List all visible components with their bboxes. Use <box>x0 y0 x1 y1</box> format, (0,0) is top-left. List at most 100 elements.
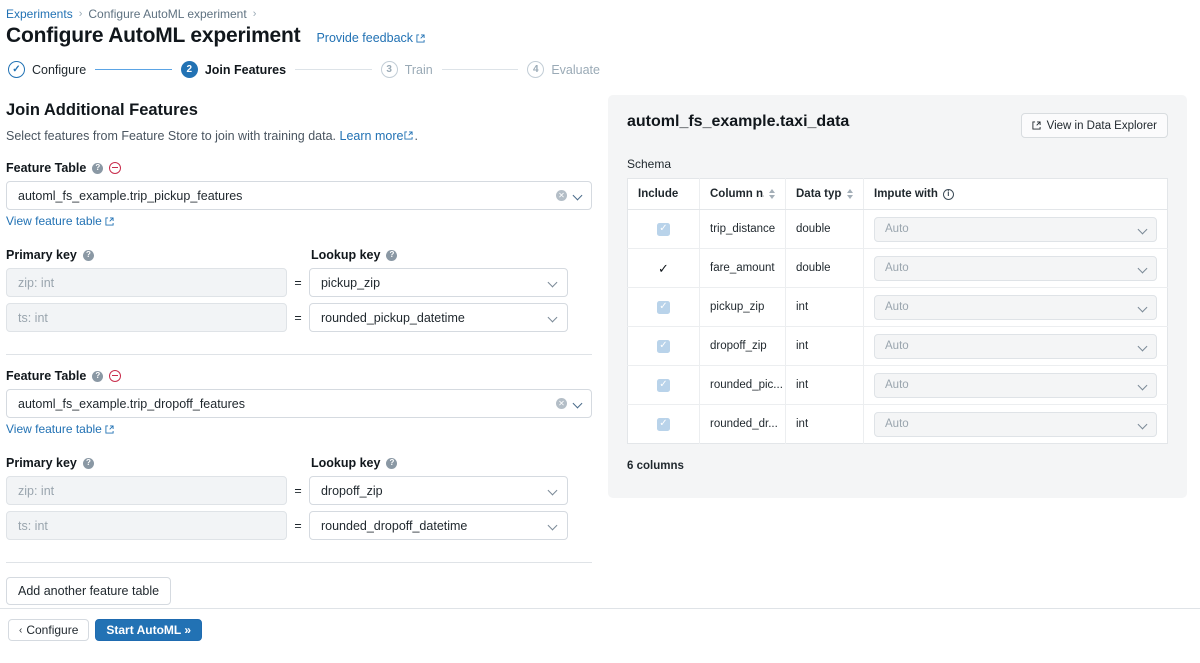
breadcrumb: Experiments › Configure AutoML experimen… <box>6 6 256 22</box>
clear-icon[interactable]: ✕ <box>556 190 567 201</box>
lookup-key-line-2a: = dropoff_zip <box>287 476 568 505</box>
wizard-stepper: ✓ Configure 2 Join Features 3 Train 4 Ev… <box>8 61 600 78</box>
feature-table-label-text-2: Feature Table <box>6 369 86 383</box>
column-header-data-type[interactable]: Data type <box>786 179 864 210</box>
breadcrumb-item-configure-automl[interactable]: Configure AutoML experiment <box>88 6 246 22</box>
step-connector-2 <box>295 69 372 71</box>
impute-with-value: Auto <box>885 379 1139 391</box>
remove-circle-icon[interactable] <box>109 370 121 382</box>
primary-key-input-1b[interactable]: ts: int <box>6 303 287 332</box>
cell-impute-with: Auto <box>864 288 1168 327</box>
column-header-impute-with: Impute with i <box>864 179 1168 210</box>
feature-table-select-1[interactable]: automl_fs_example.trip_pickup_features ✕ <box>6 181 592 210</box>
include-checkbox[interactable]: ✓ <box>657 301 670 314</box>
breadcrumb-item-experiments[interactable]: Experiments <box>6 6 73 22</box>
cell-impute-with: Auto <box>864 249 1168 288</box>
include-checkbox[interactable]: ✓ <box>657 223 670 236</box>
learn-more-link[interactable]: Learn more <box>340 129 404 143</box>
help-icon[interactable]: ? <box>92 163 103 174</box>
column-header-column-name[interactable]: Column n... <box>700 179 786 210</box>
sort-icon[interactable] <box>847 189 853 199</box>
cell-include: ✓ <box>628 327 700 366</box>
chevron-down-icon[interactable] <box>549 521 558 530</box>
chevron-down-icon[interactable] <box>574 191 583 200</box>
start-automl-button[interactable]: Start AutoML » <box>95 619 202 641</box>
view-in-data-explorer-button[interactable]: View in Data Explorer <box>1021 113 1168 138</box>
equals-sign: = <box>287 276 309 290</box>
chevron-down-icon[interactable] <box>1139 420 1148 429</box>
help-icon[interactable]: ? <box>83 250 94 261</box>
chevron-left-icon: ‹ <box>19 625 22 636</box>
chevron-down-icon[interactable] <box>1139 303 1148 312</box>
column-count-label: 6 columns <box>627 460 1168 472</box>
impute-with-select[interactable]: Auto <box>874 295 1157 320</box>
impute-with-select[interactable]: Auto <box>874 334 1157 359</box>
chevron-down-icon[interactable] <box>1139 264 1148 273</box>
view-feature-table-link-2[interactable]: View feature table <box>6 422 114 436</box>
back-to-configure-button[interactable]: ‹ Configure <box>8 619 89 641</box>
lookup-key-line-2b: = rounded_dropoff_datetime <box>287 511 568 540</box>
view-feature-table-link-1[interactable]: View feature table <box>6 214 114 228</box>
step-train[interactable]: 3 Train <box>381 61 433 78</box>
lookup-key-select-1b[interactable]: rounded_pickup_datetime <box>309 303 568 332</box>
impute-with-select[interactable]: Auto <box>874 217 1157 242</box>
remove-circle-icon[interactable] <box>109 162 121 174</box>
table-row: ✓ pickup_zip int Auto <box>628 288 1168 327</box>
chevron-down-icon[interactable] <box>1139 342 1148 351</box>
primary-key-input-1a[interactable]: zip: int <box>6 268 287 297</box>
step-join-features[interactable]: 2 Join Features <box>181 61 286 78</box>
step-evaluate[interactable]: 4 Evaluate <box>527 61 600 78</box>
impute-with-select[interactable]: Auto <box>874 373 1157 398</box>
table-row: ✓ trip_distance double Auto <box>628 210 1168 249</box>
sort-icon[interactable] <box>769 189 775 199</box>
include-checkbox[interactable]: ✓ <box>657 340 670 353</box>
primary-key-input-2a[interactable]: zip: int <box>6 476 287 505</box>
step-train-label: Train <box>405 63 433 77</box>
info-icon[interactable]: i <box>943 189 954 200</box>
clear-icon[interactable]: ✕ <box>556 398 567 409</box>
include-checkbox[interactable]: ✓ <box>657 418 670 431</box>
step-configure[interactable]: ✓ Configure <box>8 61 86 78</box>
cell-include: ✓ <box>628 249 700 288</box>
add-another-feature-table-button[interactable]: Add another feature table <box>6 577 171 605</box>
help-icon[interactable]: ? <box>386 458 397 469</box>
lookup-key-select-2a[interactable]: dropoff_zip <box>309 476 568 505</box>
impute-with-value: Auto <box>885 418 1139 430</box>
feature-table-select-2[interactable]: automl_fs_example.trip_dropoff_features … <box>6 389 592 418</box>
lookup-key-line-1a: = pickup_zip <box>287 268 568 297</box>
step-evaluate-label: Evaluate <box>551 63 600 77</box>
back-to-configure-label: Configure <box>26 623 78 637</box>
impute-with-select[interactable]: Auto <box>874 412 1157 437</box>
view-in-data-explorer-label: View in Data Explorer <box>1047 120 1157 132</box>
cell-impute-with: Auto <box>864 405 1168 444</box>
chevron-down-icon[interactable] <box>549 278 558 287</box>
chevron-down-icon[interactable] <box>574 399 583 408</box>
primary-key-label-text-2: Primary key <box>6 456 77 470</box>
primary-key-line-2a: zip: int <box>6 476 287 505</box>
footer-divider <box>0 608 1200 609</box>
primary-key-input-2b[interactable]: ts: int <box>6 511 287 540</box>
cell-data-type: int <box>786 327 864 366</box>
cell-impute-with: Auto <box>864 327 1168 366</box>
chevron-down-icon[interactable] <box>549 486 558 495</box>
lookup-key-column-1: Lookup key ? = pickup_zip = rounded_pi <box>287 248 568 338</box>
help-icon[interactable]: ? <box>83 458 94 469</box>
external-link-icon <box>105 425 114 434</box>
table-row: ✓ rounded_dr... int Auto <box>628 405 1168 444</box>
lookup-key-select-1a[interactable]: pickup_zip <box>309 268 568 297</box>
chevron-down-icon[interactable] <box>1139 225 1148 234</box>
cell-include: ✓ <box>628 288 700 327</box>
chevron-down-icon[interactable] <box>549 313 558 322</box>
feature-table-label-text-1: Feature Table <box>6 161 86 175</box>
lookup-key-select-2b[interactable]: rounded_dropoff_datetime <box>309 511 568 540</box>
help-icon[interactable]: ? <box>92 371 103 382</box>
chevron-down-icon[interactable] <box>1139 381 1148 390</box>
impute-with-select[interactable]: Auto <box>874 256 1157 281</box>
lookup-key-value-1b: rounded_pickup_datetime <box>321 311 549 325</box>
primary-key-label-2: Primary key ? <box>6 456 287 470</box>
join-section-title: Join Additional Features <box>6 101 592 120</box>
provide-feedback-link[interactable]: Provide feedback <box>316 31 425 45</box>
include-checkbox[interactable]: ✓ <box>657 379 670 392</box>
help-icon[interactable]: ? <box>386 250 397 261</box>
cell-data-type: int <box>786 288 864 327</box>
